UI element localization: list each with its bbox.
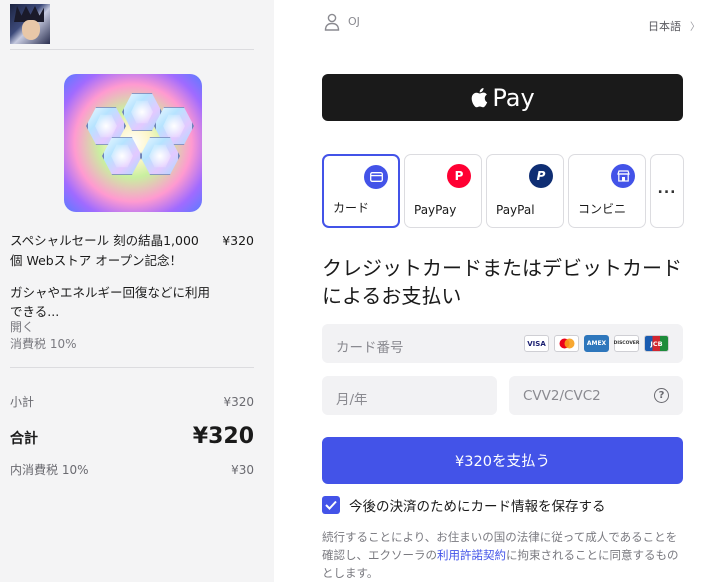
- chevron-icon[interactable]: 〉: [690, 18, 700, 33]
- included-tax-label: 内消費税 10%: [10, 463, 89, 477]
- expiry-placeholder: 月/年: [336, 392, 368, 408]
- divider: [10, 49, 254, 50]
- total-label: 合計: [10, 431, 38, 447]
- cvv-field[interactable]: CVV2/CVC2 ?: [509, 376, 683, 415]
- divider: [10, 367, 254, 368]
- license-agreement-link[interactable]: 利用許諾契約: [437, 548, 506, 562]
- more-payment-methods-button[interactable]: ...: [650, 154, 684, 228]
- paypal-icon: P: [529, 164, 553, 188]
- product-title: スペシャルセール 刻の結晶1,000個 Webストア オープン記念！: [10, 233, 199, 268]
- help-icon[interactable]: ?: [654, 388, 669, 403]
- card-icon: [364, 165, 388, 189]
- included-tax-row: 内消費税 10% ¥30: [10, 461, 254, 478]
- payment-method-label: コンビニ: [578, 202, 627, 216]
- save-card-checkbox[interactable]: [322, 496, 340, 514]
- user-name: OJ: [348, 15, 360, 28]
- language-selector[interactable]: 日本語: [648, 18, 681, 34]
- visa-icon: VISA: [524, 335, 549, 352]
- store-icon: [611, 164, 635, 188]
- jcb-icon: JCB: [644, 335, 669, 352]
- payment-method-card[interactable]: カード: [322, 154, 400, 228]
- pay-button[interactable]: ¥320を支払う: [322, 437, 683, 484]
- expiry-field[interactable]: 月/年: [322, 376, 497, 415]
- save-card-label: 今後の決済のためにカード情報を保存する: [349, 499, 606, 515]
- discover-icon: DISCOVER: [614, 335, 639, 352]
- card-number-field[interactable]: カード番号 VISA AMEX DISCOVER JCB: [322, 324, 683, 363]
- total-value: ¥320: [192, 424, 254, 449]
- payment-method-convenience-store[interactable]: コンビニ: [568, 154, 646, 228]
- amex-icon: AMEX: [584, 335, 609, 352]
- card-brands: VISA AMEX DISCOVER JCB: [524, 335, 669, 352]
- payment-method-label: カード: [333, 201, 370, 215]
- apple-pay-label: Pay: [492, 83, 535, 112]
- subtotal-value: ¥320: [223, 395, 254, 409]
- mastercard-icon: [554, 335, 579, 352]
- user-icon: [324, 13, 340, 31]
- product-image: [64, 74, 202, 212]
- order-summary-panel: スペシャルセール 刻の結晶1,000個 Webストア オープン記念！ ¥320 …: [0, 0, 274, 582]
- tax-note: 消費税 10%: [10, 337, 77, 351]
- payment-form-heading: クレジットカードまたはデビットカードによるお支払い: [322, 256, 682, 308]
- more-icon: ...: [657, 181, 677, 197]
- paypay-icon: P: [447, 164, 471, 188]
- payment-method-paypay[interactable]: P PayPay: [404, 154, 482, 228]
- product-price: ¥320: [222, 233, 254, 248]
- total-row: 合計 ¥320: [10, 424, 254, 449]
- included-tax-value: ¥30: [231, 463, 254, 477]
- legal-notice: 続行することにより、お住まいの国の法律に従って成人であることを確認し、エクソーラ…: [322, 528, 686, 582]
- card-number-placeholder: カード番号: [336, 340, 404, 356]
- apple-logo-icon: [472, 88, 488, 108]
- subtotal-row: 小計 ¥320: [10, 393, 254, 410]
- subtotal-label: 小計: [10, 395, 35, 409]
- cvv-placeholder: CVV2/CVC2: [523, 388, 601, 404]
- payment-method-paypal[interactable]: P PayPal: [486, 154, 564, 228]
- expand-description-link[interactable]: 開く: [10, 318, 34, 335]
- payment-method-label: PayPal: [496, 203, 535, 217]
- avatar: [10, 4, 50, 44]
- product-description: ガシャやエネルギー回復などに利用できる...: [10, 285, 211, 319]
- payment-method-label: PayPay: [414, 203, 457, 217]
- apple-pay-button[interactable]: Pay: [322, 74, 683, 121]
- save-card-option[interactable]: 今後の決済のためにカード情報を保存する: [322, 495, 606, 515]
